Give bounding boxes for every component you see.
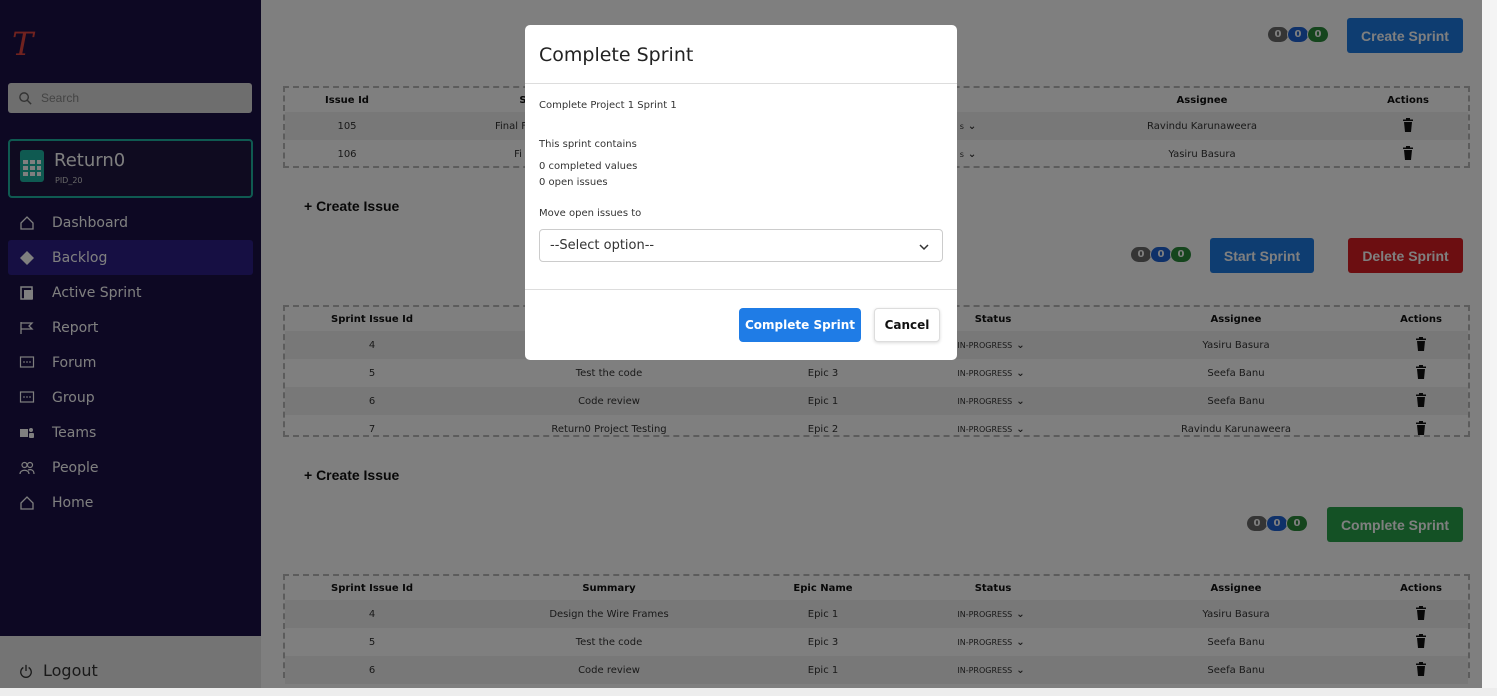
confirm-complete-sprint-button[interactable]: Complete Sprint	[739, 308, 861, 342]
sprint-contains-text: This sprint contains	[539, 139, 637, 150]
complete-sprint-modal: Complete Sprint Complete Project 1 Sprin…	[525, 25, 957, 360]
cancel-button[interactable]: Cancel	[874, 308, 940, 342]
move-issues-label: Move open issues to	[539, 208, 642, 219]
divider	[525, 289, 957, 290]
completed-count-text: 0 completed values	[539, 161, 638, 172]
window-bottom-edge	[0, 688, 1497, 696]
chevron-down-icon	[919, 244, 929, 251]
modal-subtitle: Complete Project 1 Sprint 1	[539, 100, 677, 111]
select-value: --Select option--	[550, 238, 655, 253]
scrollbar-track[interactable]	[1482, 0, 1497, 688]
modal-title: Complete Sprint	[539, 44, 694, 66]
open-issues-text: 0 open issues	[539, 177, 608, 188]
move-issues-select[interactable]: --Select option--	[539, 229, 943, 262]
app-window: T Return0 PID_20 Dashboard Backlog	[0, 0, 1497, 696]
divider	[525, 83, 957, 84]
